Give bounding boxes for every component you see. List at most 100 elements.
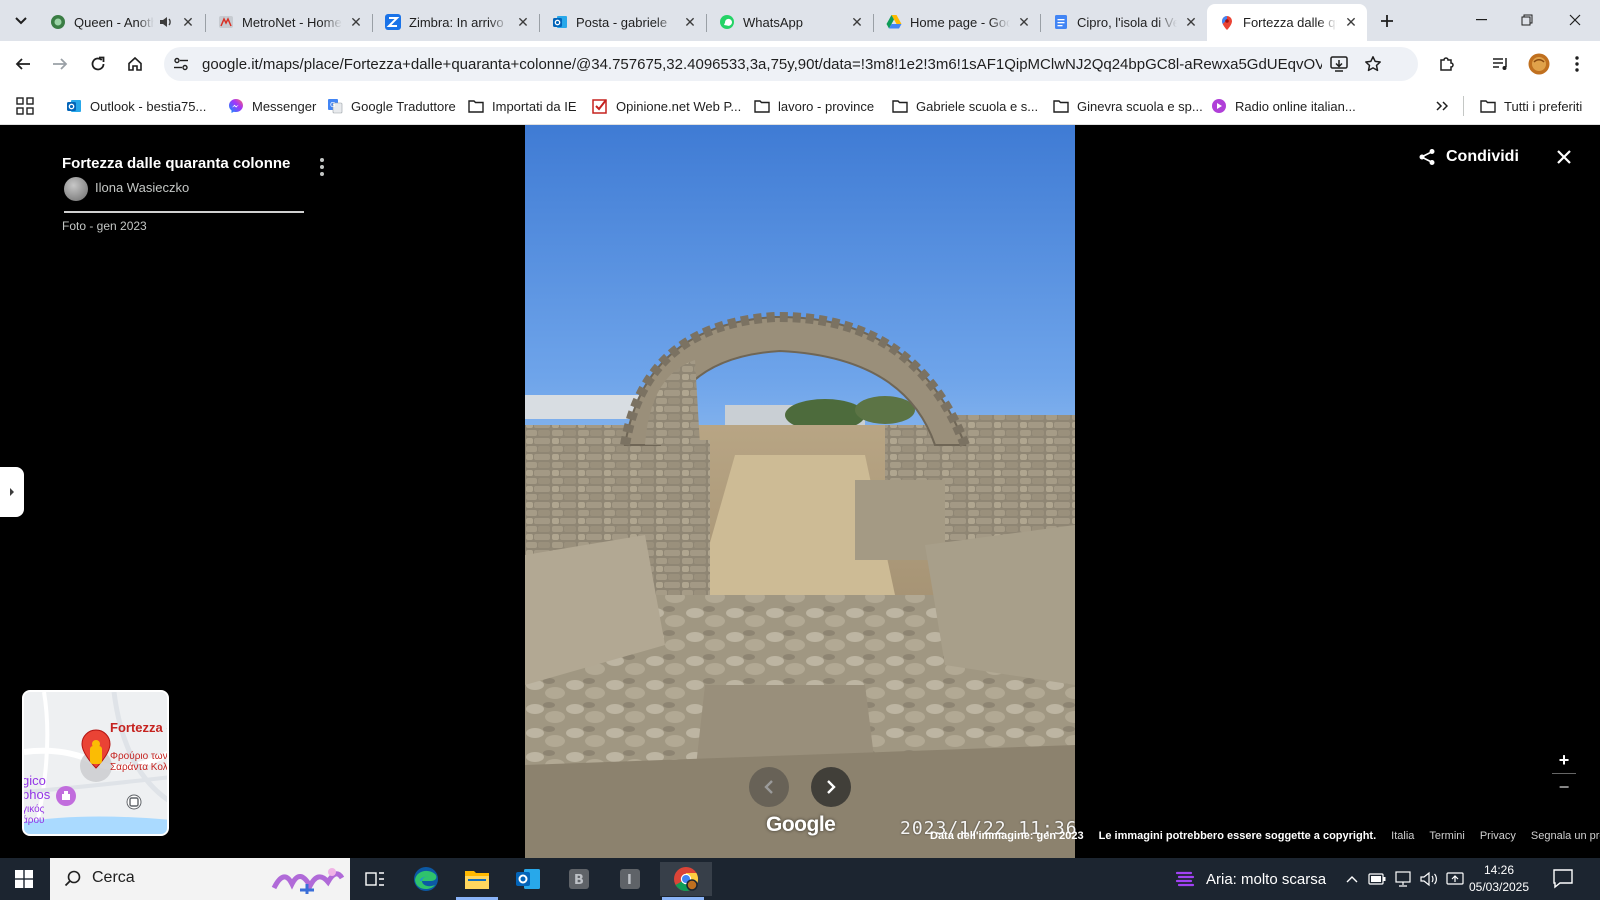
outlook-icon (552, 14, 568, 30)
url-text[interactable]: google.it/maps/place/Fortezza+dalle+quar… (202, 56, 1322, 73)
privacy-link[interactable]: Privacy (1480, 830, 1516, 842)
media-control-icon[interactable] (1486, 49, 1516, 79)
bookmark-all-folder[interactable]: Tutti i preferiti (1480, 96, 1582, 116)
tab-docs[interactable]: Cipro, l'isola di Venere ✕ (1041, 6, 1207, 38)
reload-icon[interactable] (83, 49, 113, 79)
restore-icon[interactable] (1504, 0, 1550, 40)
install-app-icon[interactable] (1328, 53, 1350, 75)
messenger-icon (228, 98, 244, 114)
bookmark-folder-importati[interactable]: Importati da IE (468, 96, 577, 116)
bookmark-label: Google Traduttore (351, 98, 456, 114)
tab-posta[interactable]: Posta - gabriele ✕ (540, 6, 706, 38)
minimap[interactable]: Fortezza dalle quaranta Φρούριο των Σαρά… (22, 690, 169, 836)
tab-close-icon[interactable]: ✕ (849, 14, 865, 30)
apps-grid-icon[interactable] (16, 97, 36, 115)
bookmark-label: Messenger (252, 98, 317, 114)
minimize-icon[interactable] (1458, 0, 1504, 40)
report-problem-link[interactable]: Segnala un problema (1531, 830, 1600, 842)
tab-close-icon[interactable]: ✕ (1183, 14, 1199, 30)
folder-icon (468, 98, 484, 114)
extensions-puzzle-icon[interactable] (1432, 49, 1462, 79)
author-name[interactable]: Ilona Wasieczko (95, 180, 189, 195)
next-photo-button[interactable] (811, 767, 851, 807)
zoom-out-button[interactable]: − (1554, 777, 1574, 797)
bookmark-radio[interactable]: Radio online italian... (1211, 96, 1356, 116)
tab-title: Zimbra: In arrivo (409, 14, 504, 30)
taskbar-clock[interactable]: 14:26 05/03/2025 (1467, 862, 1531, 896)
network-icon[interactable] (1394, 871, 1412, 887)
chrome-app-icon[interactable] (660, 862, 712, 900)
site-info-icon[interactable] (170, 53, 192, 75)
window-close-icon[interactable] (1552, 0, 1598, 40)
more-vert-icon[interactable] (1562, 49, 1592, 79)
home-icon[interactable] (120, 49, 150, 79)
volume-icon[interactable] (1420, 871, 1438, 887)
windows-start-icon[interactable] (0, 858, 48, 900)
zoom-in-button[interactable]: + (1554, 750, 1574, 770)
edge-browser-icon[interactable] (403, 862, 449, 896)
bookmark-label: Opinione.net Web P... (616, 98, 742, 114)
air-quality-label: Aria: molto scarsa (1206, 870, 1327, 888)
radio-icon (1211, 98, 1227, 114)
profile-avatar[interactable] (1524, 49, 1554, 79)
notification-icon[interactable] (1552, 867, 1576, 891)
browser-toolbar: google.it/maps/place/Fortezza+dalle+quar… (0, 41, 1600, 87)
bookmark-folder-ginevra[interactable]: Ginevra scuola e sp... (1053, 96, 1203, 116)
bookmarks-overflow-icon[interactable] (1432, 96, 1452, 116)
previous-photo-button[interactable] (749, 767, 789, 807)
clock-time: 14:26 (1483, 863, 1515, 877)
tab-whatsapp[interactable]: WhatsApp ✕ (707, 6, 873, 38)
bookmark-outlook[interactable]: Outlook - bestia75... (66, 96, 206, 116)
zimbra-icon (385, 14, 401, 30)
tab-drive[interactable]: Home page - Google Drive ✕ (874, 6, 1040, 38)
place-photo[interactable] (525, 125, 1075, 858)
file-explorer-icon[interactable] (454, 862, 500, 900)
author-avatar[interactable] (64, 177, 88, 201)
tab-zimbra[interactable]: Zimbra: In arrivo ✕ (373, 6, 539, 38)
tab-close-icon[interactable]: ✕ (1343, 14, 1359, 31)
tray-overflow-chevron-icon[interactable] (1346, 875, 1358, 883)
photo-date: Foto - gen 2023 (62, 219, 147, 233)
share-button[interactable]: Condividi (1418, 145, 1519, 169)
outlook-icon (66, 98, 82, 114)
tab-search-chevron-icon[interactable] (8, 8, 34, 34)
new-tab-plus-icon[interactable] (1374, 8, 1400, 34)
weather-widget[interactable]: Aria: molto scarsa (1174, 858, 1326, 900)
more-vert-icon[interactable] (312, 155, 332, 179)
tab-close-icon[interactable]: ✕ (1016, 14, 1032, 30)
forward-arrow-icon[interactable] (45, 49, 75, 79)
tab-close-icon[interactable]: ✕ (348, 14, 364, 30)
air-quality-icon (1174, 868, 1196, 890)
address-bar[interactable]: google.it/maps/place/Fortezza+dalle+quar… (164, 47, 1418, 81)
taskbar-search-box[interactable]: Cerca (50, 858, 350, 900)
speaker-icon[interactable] (158, 14, 174, 30)
metronet-icon (218, 14, 234, 30)
app-b-icon[interactable]: B (556, 862, 602, 896)
task-view-icon[interactable] (352, 862, 398, 896)
close-viewer-icon[interactable] (1552, 145, 1576, 169)
bookmark-folder-gabriele[interactable]: Gabriele scuola e s... (892, 96, 1038, 116)
tab-close-icon[interactable]: ✕ (180, 14, 196, 30)
app-i-icon[interactable]: I (607, 862, 653, 896)
tab-fortezza[interactable]: Fortezza dalle quaranta colonne ✕ (1207, 4, 1367, 41)
bookmark-google-translate[interactable]: G Google Traduttore (327, 96, 456, 116)
tab-metronet[interactable]: MetroNet - Home ✕ (206, 6, 372, 38)
maps-photo-viewer: Fortezza dalle quaranta colonne Ilona Wa… (0, 125, 1600, 858)
terms-link[interactable]: Termini (1429, 830, 1464, 842)
tab-close-icon[interactable]: ✕ (515, 14, 531, 30)
bookmark-messenger[interactable]: Messenger (228, 96, 316, 116)
bookmark-folder-lavoro[interactable]: lavoro - province (754, 96, 874, 116)
back-arrow-icon[interactable] (8, 49, 38, 79)
outlook-app-icon[interactable] (505, 862, 551, 896)
battery-icon[interactable] (1368, 873, 1386, 885)
tab-queen[interactable]: Queen - Another One Bites the Dust ✕ (38, 6, 204, 38)
bookmark-star-icon[interactable] (1362, 53, 1384, 75)
image-date-label: Data dell'immagine: gen 2023 (930, 830, 1084, 842)
tab-close-icon[interactable]: ✕ (682, 14, 698, 30)
expand-panel-button[interactable] (0, 467, 24, 517)
tab-title: Fortezza dalle quaranta colonne (1243, 15, 1337, 30)
screen-share-icon[interactable] (1446, 871, 1464, 887)
country-link[interactable]: Italia (1391, 830, 1414, 842)
bookmark-opinione[interactable]: Opinione.net Web P... (592, 96, 741, 116)
bookmark-label: Ginevra scuola e sp... (1077, 98, 1203, 114)
